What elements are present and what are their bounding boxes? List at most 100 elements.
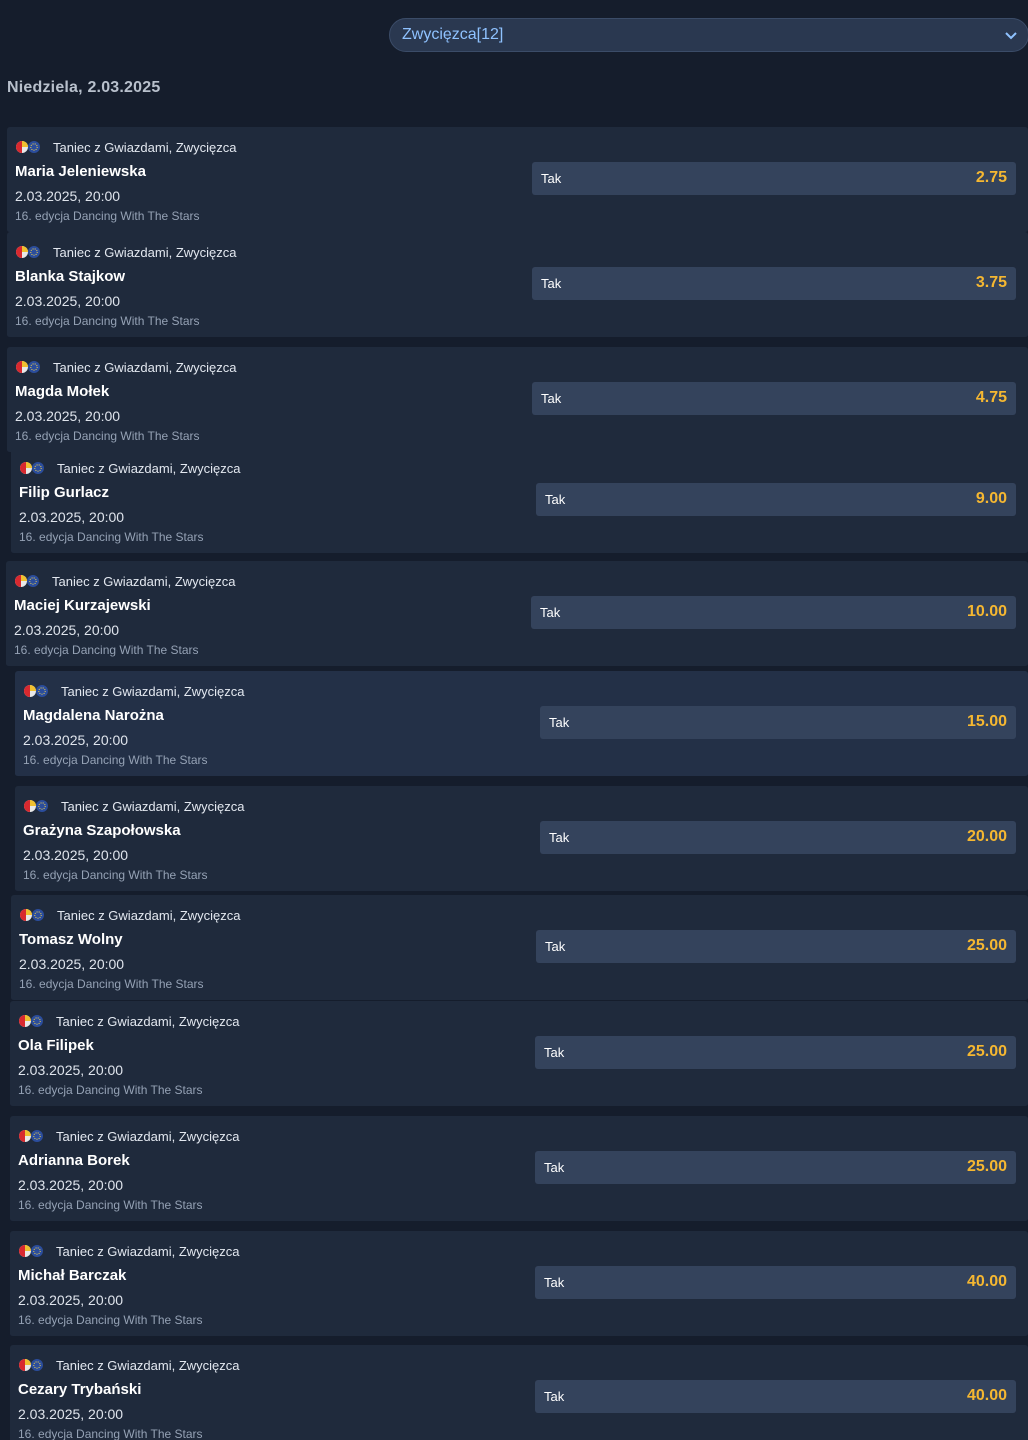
participant-name: Tomasz Wolny [19,931,123,948]
outcome-label: Tak [541,171,562,186]
market-filter-dropdown[interactable]: Zwycięzca[12] [389,18,1028,52]
participant-name: Ola Filipek [18,1037,94,1054]
event-card[interactable]: Taniec z Gwiazdami, Zwycięzca Adrianna B… [10,1116,1028,1222]
flag-icon [15,575,39,587]
participant-name: Magdalena Narożna [23,707,164,724]
odds-value: 2.75 [975,169,1007,186]
odds-button[interactable]: Tak 9.00 [536,483,1016,516]
outcome-label: Tak [545,492,566,507]
event-description: 16. edycja Dancing With The Stars [18,1313,203,1327]
participant-name: Maciej Kurzajewski [14,597,151,614]
participant-name: Adrianna Borek [18,1152,130,1169]
odds-button[interactable]: Tak 3.75 [532,267,1016,300]
odds-value: 40.00 [966,1387,1007,1404]
page: Zwycięzca[12] Niedziela, 2.03.2025 Tanie… [0,0,1028,1440]
odds-button[interactable]: Tak 40.00 [535,1266,1016,1299]
event-card[interactable]: Taniec z Gwiazdami, Zwycięzca Blanka Sta… [7,232,1028,338]
league-name: Taniec z Gwiazdami, Zwycięzca [56,1129,240,1144]
outcome-label: Tak [545,939,566,954]
event-card[interactable]: Taniec z Gwiazdami, Zwycięzca Magdalena … [15,671,1028,777]
flag-icon [19,1245,43,1257]
participant-name: Magda Mołek [15,383,110,400]
league-name: Taniec z Gwiazdami, Zwycięzca [57,461,241,476]
odds-button[interactable]: Tak 25.00 [535,1151,1016,1184]
event-card[interactable]: Taniec z Gwiazdami, Zwycięzca Michał Bar… [10,1231,1028,1337]
outcome-label: Tak [549,830,570,845]
odds-button[interactable]: Tak 25.00 [536,930,1016,963]
event-description: 16. edycja Dancing With The Stars [19,977,204,991]
flag-icon [16,361,40,373]
league-name: Taniec z Gwiazdami, Zwycięzca [56,1014,240,1029]
odds-value: 9.00 [975,490,1007,507]
flag-icon [19,1015,43,1027]
participant-name: Cezary Trybański [18,1381,142,1398]
league-name: Taniec z Gwiazdami, Zwycięzca [56,1358,240,1373]
event-card[interactable]: Taniec z Gwiazdami, Zwycięzca Cezary Try… [10,1345,1028,1440]
flag-icon [24,685,48,697]
event-card[interactable]: Taniec z Gwiazdami, Zwycięzca Grażyna Sz… [15,786,1028,892]
outcome-label: Tak [549,715,570,730]
odds-value: 40.00 [966,1273,1007,1290]
event-datetime: 2.03.2025, 20:00 [23,847,129,863]
odds-button[interactable]: Tak 25.00 [535,1036,1016,1069]
chevron-down-icon [1005,32,1017,40]
date-header: Niedziela, 2.03.2025 [7,79,161,96]
participant-name: Blanka Stajkow [15,268,126,285]
event-datetime: 2.03.2025, 20:00 [19,956,125,972]
event-card[interactable]: Taniec z Gwiazdami, Zwycięzca Tomasz Wol… [11,895,1028,1001]
participant-name: Filip Gurlacz [19,484,110,501]
event-description: 16. edycja Dancing With The Stars [15,314,200,328]
flag-icon [24,800,48,812]
event-description: 16. edycja Dancing With The Stars [15,429,200,443]
league-name: Taniec z Gwiazdami, Zwycięzca [56,1244,240,1259]
flag-icon [19,1130,43,1142]
league-name: Taniec z Gwiazdami, Zwycięzca [52,574,236,589]
event-description: 16. edycja Dancing With The Stars [18,1198,203,1212]
event-datetime: 2.03.2025, 20:00 [15,408,121,424]
outcome-label: Tak [544,1045,565,1060]
league-name: Taniec z Gwiazdami, Zwycięzca [53,360,237,375]
outcome-label: Tak [541,276,562,291]
odds-value: 15.00 [966,713,1007,730]
event-description: 16. edycja Dancing With The Stars [19,530,204,544]
flag-icon [20,462,44,474]
market-filter-label: Zwycięzca[12] [402,26,504,43]
event-card[interactable]: Taniec z Gwiazdami, Zwycięzca Ola Filipe… [10,1001,1028,1107]
event-description: 16. edycja Dancing With The Stars [14,643,199,657]
odds-button[interactable]: Tak 40.00 [535,1380,1016,1413]
odds-button[interactable]: Tak 2.75 [532,162,1016,195]
flag-icon [19,1359,43,1371]
league-name: Taniec z Gwiazdami, Zwycięzca [53,245,237,260]
league-name: Taniec z Gwiazdami, Zwycięzca [53,140,237,155]
event-description: 16. edycja Dancing With The Stars [23,753,208,767]
event-datetime: 2.03.2025, 20:00 [18,1406,124,1422]
outcome-label: Tak [544,1160,565,1175]
odds-button[interactable]: Tak 15.00 [540,706,1016,739]
flag-icon [20,909,44,921]
outcome-label: Tak [540,605,561,620]
event-description: 16. edycja Dancing With The Stars [18,1083,203,1097]
odds-button[interactable]: Tak 20.00 [540,821,1016,854]
event-card[interactable]: Taniec z Gwiazdami, Zwycięzca Filip Gurl… [11,448,1028,554]
event-datetime: 2.03.2025, 20:00 [15,293,121,309]
league-name: Taniec z Gwiazdami, Zwycięzca [57,908,241,923]
odds-button[interactable]: Tak 4.75 [532,382,1016,415]
event-card[interactable]: Taniec z Gwiazdami, Zwycięzca Maciej Kur… [6,561,1028,667]
event-datetime: 2.03.2025, 20:00 [18,1292,124,1308]
outcome-label: Tak [541,391,562,406]
odds-button[interactable]: Tak 10.00 [531,596,1016,629]
event-description: 16. edycja Dancing With The Stars [18,1427,203,1440]
event-datetime: 2.03.2025, 20:00 [19,509,125,525]
event-description: 16. edycja Dancing With The Stars [15,209,200,223]
participant-name: Grażyna Szapołowska [23,822,181,839]
event-card[interactable]: Taniec z Gwiazdami, Zwycięzca Maria Jele… [7,127,1028,233]
event-datetime: 2.03.2025, 20:00 [15,188,121,204]
event-datetime: 2.03.2025, 20:00 [14,622,120,638]
event-datetime: 2.03.2025, 20:00 [18,1062,124,1078]
odds-value: 10.00 [966,603,1007,620]
event-description: 16. edycja Dancing With The Stars [23,868,208,882]
odds-value: 25.00 [966,1158,1007,1175]
participant-name: Maria Jeleniewska [15,163,146,180]
league-name: Taniec z Gwiazdami, Zwycięzca [61,684,245,699]
event-card[interactable]: Taniec z Gwiazdami, Zwycięzca Magda Mołe… [7,347,1028,453]
